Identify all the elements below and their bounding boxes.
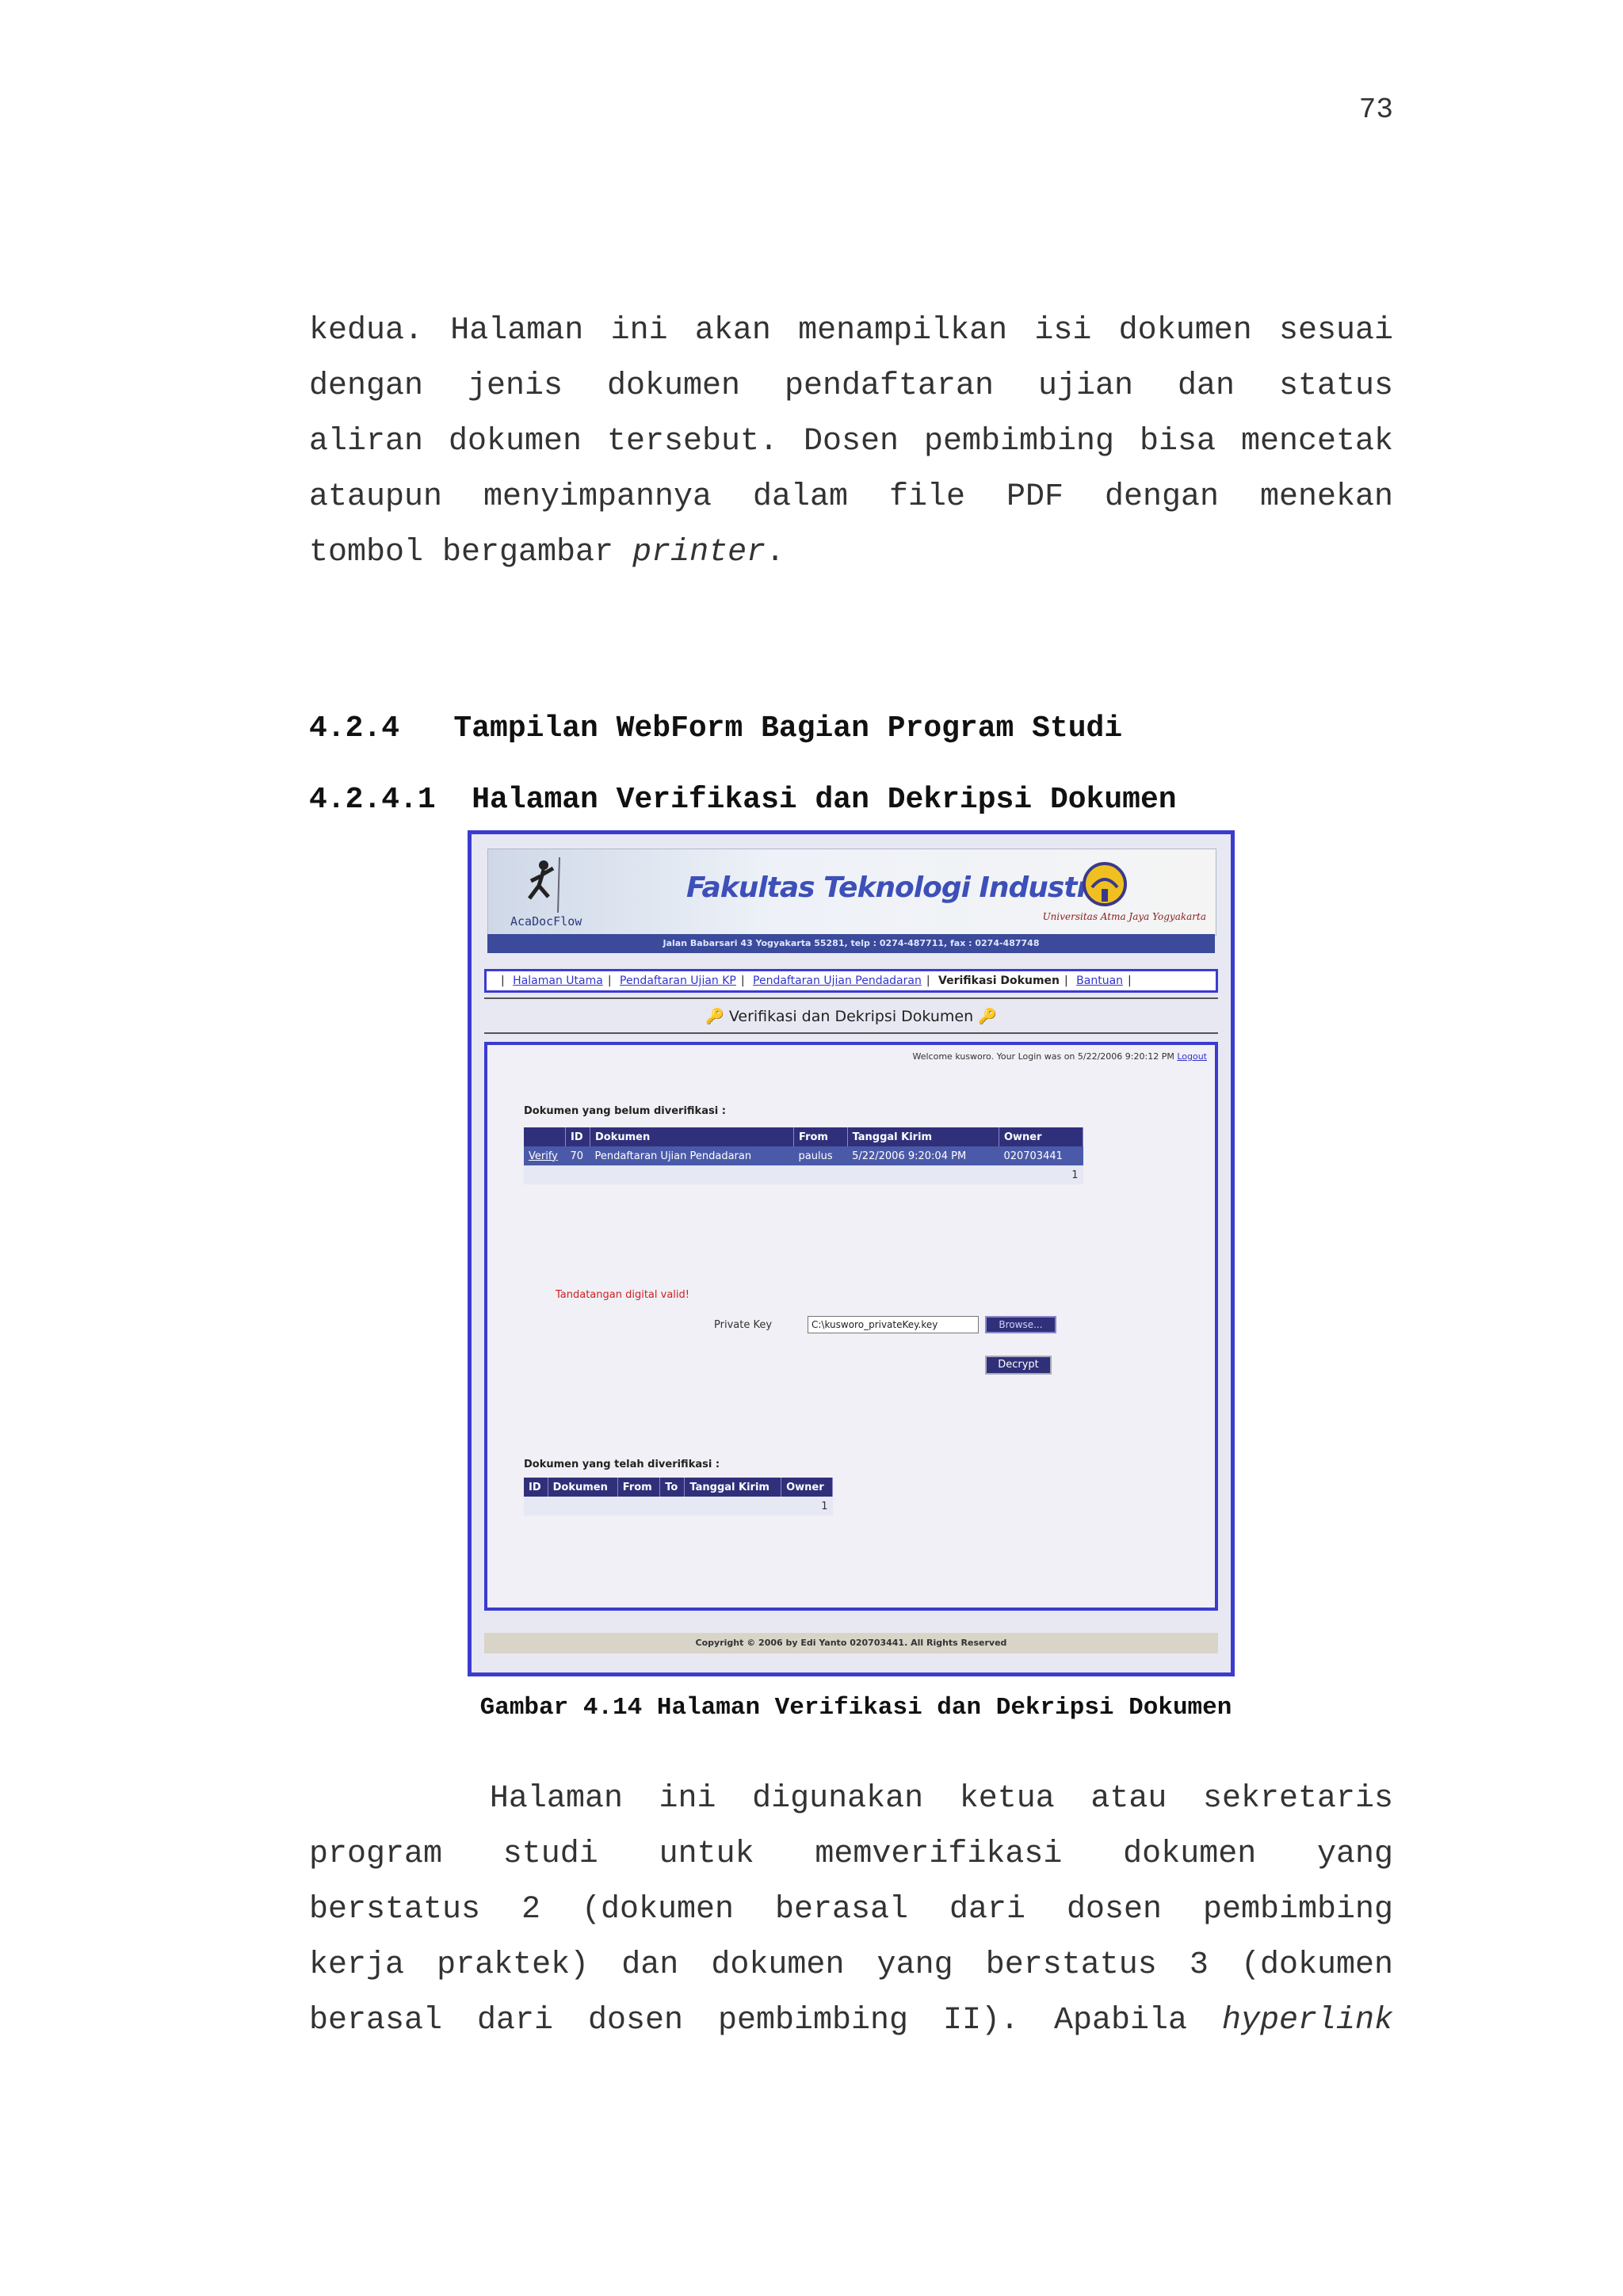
verified-label: Dokumen yang telah diverifikasi : [524,1459,720,1470]
unverified-label: Dokumen yang belum diverifikasi : [524,1105,726,1117]
page-title: 🔑 Verifikasi dan Dekripsi Dokumen 🔑 [705,1008,997,1025]
paragraph-line: tombol bergambar printer. [309,535,785,570]
nav-pendaftaran-ujian-pendadaran[interactable]: Pendaftaran Ujian Pendadaran [753,974,922,987]
nav-bantuan[interactable]: Bantuan [1076,974,1123,987]
faculty-title: Fakultas Teknologi Industri [686,871,1100,904]
content-panel: Welcome kusworo. Your Login was on 5/22/… [484,1042,1218,1611]
subsection-heading: 4.2.4.1 Halaman Verifikasi dan Dekripsi … [309,783,1177,817]
paragraph-line: dengan jenis dokumen pendaftaran ujian d… [309,368,1393,404]
private-key-label: Private Key [714,1319,773,1331]
table-header-row: ID Dokumen From Tanggal Kirim Owner [524,1127,1084,1146]
decrypt-button[interactable]: Decrypt [985,1356,1052,1375]
address-bar: Jalan Babarsari 43 Yogyakarta 55281, tel… [487,934,1215,953]
verified-table: ID Dokumen From To Tanggal Kirim Owner 1 [524,1478,833,1516]
welcome-text: Welcome kusworo. Your Login was on 5/22/… [912,1051,1208,1062]
key-icon: 🔑 [705,1008,724,1025]
paragraph-line: kedua. Halaman ini akan menampilkan isi … [309,313,1393,349]
university-logo-icon [1083,862,1127,906]
nav-halaman-utama[interactable]: Halaman Utama [513,974,603,987]
key-icon: 🔑 [978,1008,997,1025]
nav-verifikasi-dokumen[interactable]: Verifikasi Dokumen [938,974,1060,987]
divider [484,1032,1218,1034]
body-paragraph: Halaman ini digunakan ketua atau sekreta… [309,1772,1393,2049]
climber-icon [528,857,560,913]
site-banner: AcaDocFlow Fakultas Teknologi Industri U… [487,849,1216,936]
paragraph-line: Halaman ini digunakan ketua atau sekreta… [309,1781,1393,1817]
browse-button[interactable]: Browse... [985,1316,1056,1333]
nav-pendaftaran-ujian-kp[interactable]: Pendaftaran Ujian KP [620,974,736,987]
brand-name: AcaDocFlow [510,914,582,929]
table-row: Verify 70 Pendaftaran Ujian Pendadaran p… [524,1146,1083,1165]
site-footer: Copyright © 2006 by Edi Yanto 020703441.… [484,1633,1218,1653]
paragraph-line: ataupun menyimpannya dalam file PDF deng… [309,479,1393,515]
screenshot-figure: AcaDocFlow Fakultas Teknologi Industri U… [468,830,1235,1676]
signature-status: Tandatangan digital valid! [556,1289,689,1301]
paragraph-line: berasal dari dosen pembimbing II). Apabi… [309,2003,1393,2039]
paragraph-line: berstatus 2 (dokumen berasal dari dosen … [309,1892,1393,1928]
paragraph-line: program studi untuk memverifikasi dokume… [309,1836,1393,1872]
unverified-table: ID Dokumen From Tanggal Kirim Owner Veri… [524,1127,1084,1184]
page-number: 73 [1358,93,1393,126]
paragraph-line: aliran dokumen tersebut. Dosen pembimbin… [309,424,1393,460]
figure-caption: Gambar 4.14 Halaman Verifikasi dan Dekri… [479,1694,1232,1722]
table-pager: 1 [524,1165,1083,1184]
university-name: Universitas Atma Jaya Yogyakarta [1042,911,1206,922]
verify-link[interactable]: Verify [529,1150,558,1162]
table-pager: 1 [524,1497,833,1516]
paragraph-line: kerja praktek) dan dokumen yang berstatu… [309,1947,1393,1983]
private-key-input[interactable]: C:\kusworo_privateKey.key [808,1316,979,1333]
logout-link[interactable]: Logout [1177,1051,1207,1062]
table-header-row: ID Dokumen From To Tanggal Kirim Owner [524,1478,833,1497]
divider [484,997,1218,999]
nav-bar: | Halaman Utama | Pendaftaran Ujian KP | P… [484,969,1218,993]
section-heading: 4.2.4 Tampilan WebForm Bagian Program St… [309,711,1123,746]
intro-paragraph: kedua. Halaman ini akan menampilkan isi … [309,303,1393,581]
